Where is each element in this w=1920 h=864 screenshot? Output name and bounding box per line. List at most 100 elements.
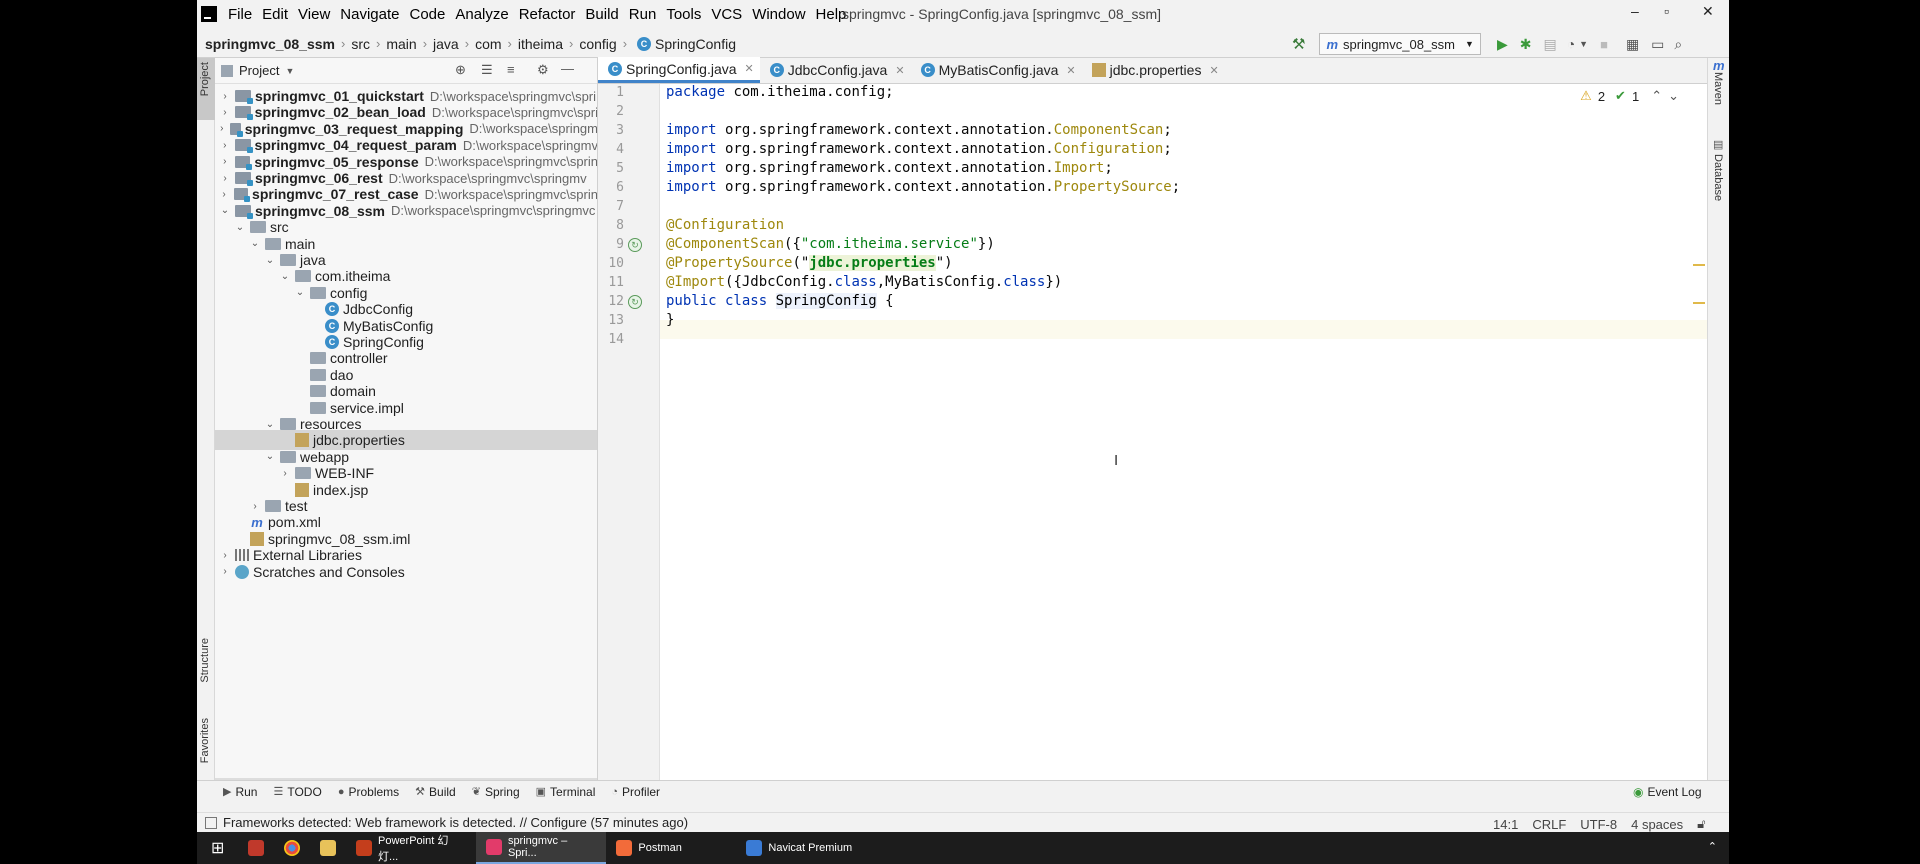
database-stripe-label[interactable]: Database (1712, 154, 1724, 201)
tool-profiler[interactable]: ◔ Profiler (611, 785, 660, 799)
taskbar-app[interactable]: Navicat Premium (736, 832, 886, 864)
breadcrumb-item[interactable]: config (579, 36, 616, 52)
tool-build[interactable]: ⚒ Build (415, 785, 456, 799)
indent-setting[interactable]: 4 spaces (1631, 817, 1683, 832)
warning-marker[interactable] (1693, 302, 1705, 304)
tree-item[interactable]: › Scratches and Consoles (215, 562, 597, 582)
run-icon[interactable]: ▶ (1497, 36, 1508, 53)
menu-file[interactable]: File (223, 6, 257, 23)
tool-problems[interactable]: ● Problems (338, 785, 399, 799)
expand-all-icon[interactable]: ☰ (481, 62, 493, 78)
windows-start-icon[interactable]: ⊞ (211, 838, 224, 858)
chevron-down-icon[interactable]: ⌄ (234, 222, 246, 233)
toggle-window-icon[interactable]: ▭ (1651, 36, 1664, 53)
tool-terminal[interactable]: ▣ Terminal (536, 785, 596, 799)
tool-spring[interactable]: ❦ Spring (472, 785, 520, 799)
taskbar-app[interactable]: PowerPoint 幻灯... (346, 832, 476, 864)
profile-icon[interactable]: ◔ (1567, 36, 1575, 52)
chevron-right-icon[interactable]: › (219, 173, 231, 184)
menu-navigate[interactable]: Navigate (335, 6, 404, 23)
tool-run[interactable]: ▶ Run (223, 785, 257, 799)
code-editor[interactable]: package com.itheima.config; import org.sp… (660, 84, 1707, 780)
menu-vcs[interactable]: VCS (706, 6, 747, 23)
chevron-right-icon[interactable]: › (219, 107, 231, 118)
chevron-right-icon[interactable]: › (218, 123, 226, 134)
stop-icon[interactable]: ■ (1600, 37, 1608, 52)
breadcrumb-item[interactable]: C SpringConfig (633, 36, 736, 52)
menu-window[interactable]: Window (747, 6, 810, 23)
locate-file-icon[interactable]: ⊕ (455, 62, 466, 78)
spring-bean-gutter-icon[interactable]: ↻ (628, 238, 642, 252)
breadcrumb-item[interactable]: main (386, 36, 416, 52)
collapse-all-icon[interactable]: ≡ (507, 62, 515, 77)
structure-stripe-label[interactable]: Structure (199, 638, 211, 683)
chevron-down-icon[interactable]: ⌄ (264, 419, 276, 430)
chevron-down-icon[interactable]: ⌄ (264, 451, 276, 462)
database-icon[interactable]: ▤ (1713, 138, 1723, 151)
menu-edit[interactable]: Edit (257, 6, 293, 23)
line-separator[interactable]: CRLF (1532, 817, 1566, 832)
chevron-right-icon[interactable]: › (219, 189, 230, 200)
chrome-icon[interactable] (284, 840, 301, 856)
close-tab-icon[interactable]: ✕ (1066, 64, 1075, 77)
chevron-down-icon[interactable]: ⌄ (1668, 88, 1679, 104)
chevron-down-icon[interactable]: ⌄ (264, 255, 276, 266)
gear-icon[interactable]: ⚙ (537, 62, 549, 78)
menu-tools[interactable]: Tools (661, 6, 706, 23)
more-run-chevron-icon[interactable]: ▼ (1579, 39, 1588, 49)
maven-icon[interactable]: m (1713, 58, 1725, 73)
coverage-icon[interactable]: ▤ (1543, 36, 1556, 53)
chevron-up-icon[interactable]: ⌃ (1708, 840, 1717, 853)
menu-view[interactable]: View (293, 6, 335, 23)
warning-marker[interactable] (1693, 264, 1705, 266)
chevron-down-icon[interactable]: ⌄ (219, 205, 231, 216)
menu-build[interactable]: Build (580, 6, 623, 23)
breadcrumb-item[interactable]: itheima (518, 36, 563, 52)
run-config-select[interactable]: m springmvc_08_ssm ▼ (1319, 33, 1481, 55)
chevron-right-icon[interactable]: › (219, 566, 231, 577)
file-explorer-icon[interactable] (320, 840, 337, 856)
close-icon[interactable]: ✕ (1702, 3, 1714, 20)
project-structure-icon[interactable]: ▦ (1626, 36, 1639, 53)
editor-tab[interactable]: jdbc.properties ✕ (1082, 57, 1225, 83)
menu-code[interactable]: Code (404, 6, 450, 23)
close-tab-icon[interactable]: ✕ (1209, 64, 1218, 77)
menu-refactor[interactable]: Refactor (514, 6, 581, 23)
caret-position[interactable]: 14:1 (1493, 817, 1518, 832)
chevron-down-icon[interactable]: ⌄ (294, 287, 306, 298)
status-message[interactable]: Frameworks detected: Web framework is de… (223, 815, 688, 830)
status-toggle-icon[interactable] (205, 816, 217, 829)
menu-run[interactable]: Run (624, 6, 662, 23)
breadcrumb-item[interactable]: java (433, 36, 459, 52)
project-view-title[interactable]: Project (239, 63, 279, 78)
breadcrumb-item[interactable]: com (475, 36, 501, 52)
chevron-right-icon[interactable]: › (279, 468, 291, 479)
chevron-down-icon[interactable]: ▼ (285, 66, 294, 76)
breadcrumb-item[interactable]: src (351, 36, 370, 52)
minimize-icon[interactable]: – (1631, 3, 1639, 19)
chevron-down-icon[interactable]: ⌄ (249, 238, 261, 249)
favorites-stripe-label[interactable]: Favorites (199, 718, 211, 763)
search-icon[interactable]: ⌕ (1674, 36, 1682, 53)
spring-bean-gutter-icon[interactable]: ↻ (628, 295, 642, 309)
maximize-icon[interactable]: ▫ (1664, 3, 1669, 19)
editor-tab[interactable]: C JdbcConfig.java ✕ (760, 57, 911, 83)
chevron-right-icon[interactable]: › (249, 501, 261, 512)
lock-icon[interactable]: 🔓︎ (1697, 816, 1705, 832)
menu-analyze[interactable]: Analyze (450, 6, 513, 23)
editor-tab[interactable]: C SpringConfig.java ✕ (598, 57, 760, 83)
project-stripe-label[interactable]: Project (199, 62, 211, 96)
taskbar-app[interactable]: springmvc – Spri... (476, 832, 607, 864)
breadcrumb-item[interactable]: springmvc_08_ssm (205, 36, 335, 52)
debug-icon[interactable]: ✱ (1520, 36, 1532, 53)
maven-stripe-label[interactable]: Maven (1712, 72, 1724, 105)
chevron-right-icon[interactable]: › (219, 140, 231, 151)
chevron-up-icon[interactable]: ⌃ (1651, 88, 1662, 104)
close-tab-icon[interactable]: ✕ (745, 62, 754, 75)
taskbar-app[interactable]: Postman (606, 832, 736, 864)
chevron-right-icon[interactable]: › (219, 550, 231, 561)
event-log-button[interactable]: ◉ Event Log (1633, 785, 1702, 799)
close-tab-icon[interactable]: ✕ (895, 64, 904, 77)
file-encoding[interactable]: UTF-8 (1580, 817, 1617, 832)
chevron-right-icon[interactable]: › (219, 91, 231, 102)
